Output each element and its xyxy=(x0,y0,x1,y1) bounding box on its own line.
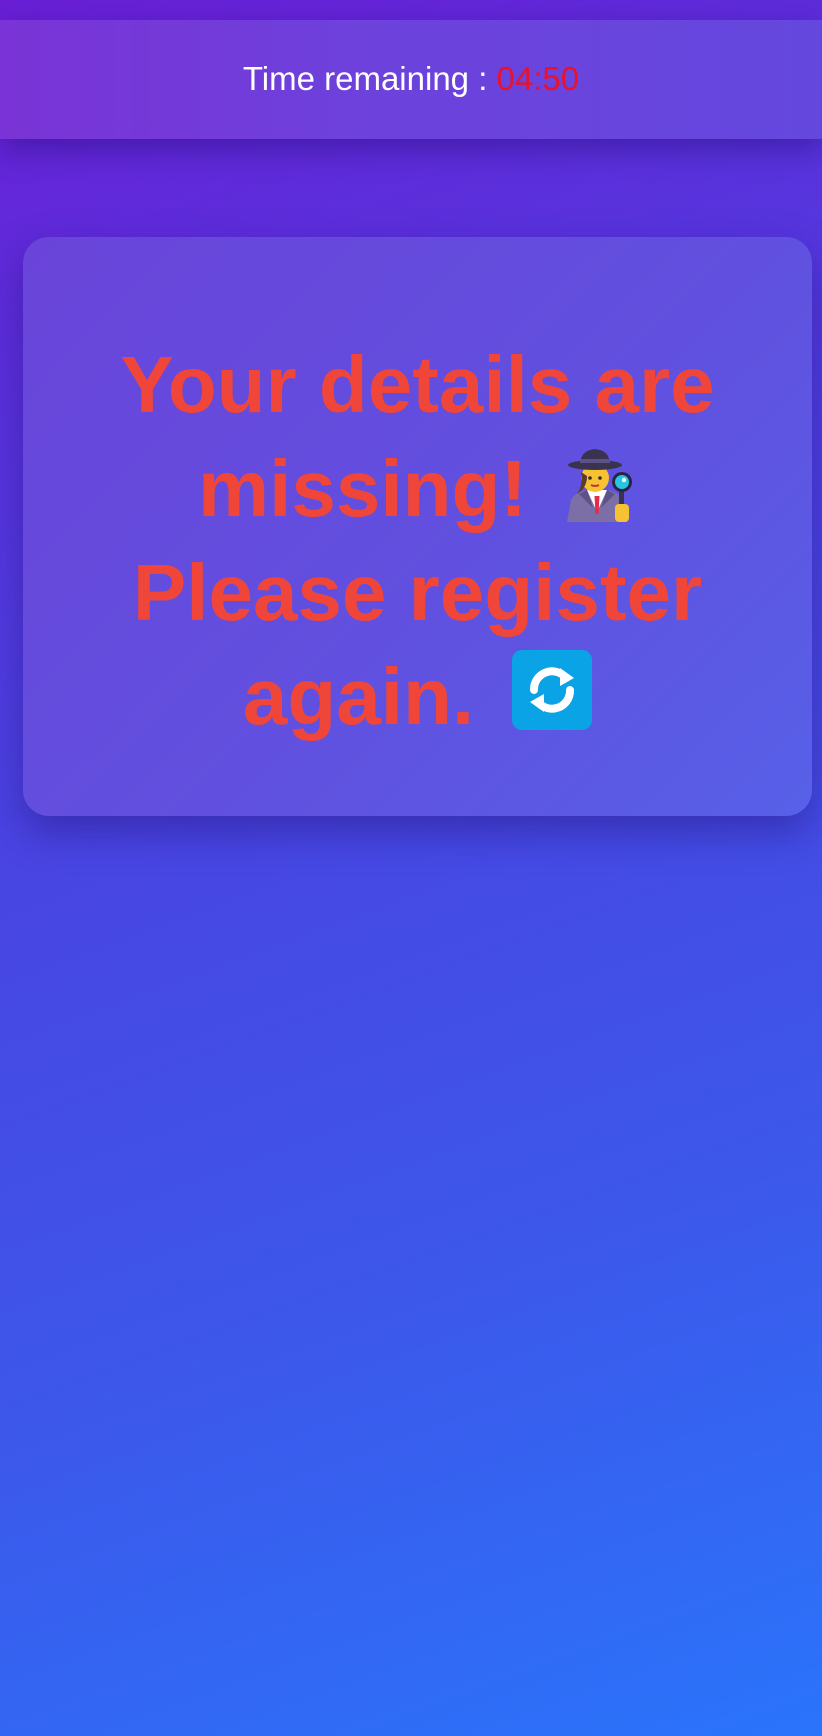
error-card: Your details are missing! Please registe… xyxy=(23,237,812,816)
timer-display: Time remaining : 04:50 xyxy=(243,60,579,98)
message-line-4: again. xyxy=(23,645,812,749)
message-again-text: again. xyxy=(242,652,475,741)
message-line-2: missing! xyxy=(23,437,812,541)
error-message: Your details are missing! Please registe… xyxy=(23,333,812,749)
timer-value: 04:50 xyxy=(496,59,580,97)
refresh-arrows-icon xyxy=(512,650,593,730)
message-line-1: Your details are xyxy=(120,340,715,429)
message-missing-text: missing! xyxy=(198,444,527,533)
timer-bar: Time remaining : 04:50 xyxy=(0,20,822,139)
woman-detective-icon xyxy=(557,442,637,522)
message-line-3: Please register xyxy=(132,548,703,637)
timer-label: Time remaining : xyxy=(242,59,488,97)
